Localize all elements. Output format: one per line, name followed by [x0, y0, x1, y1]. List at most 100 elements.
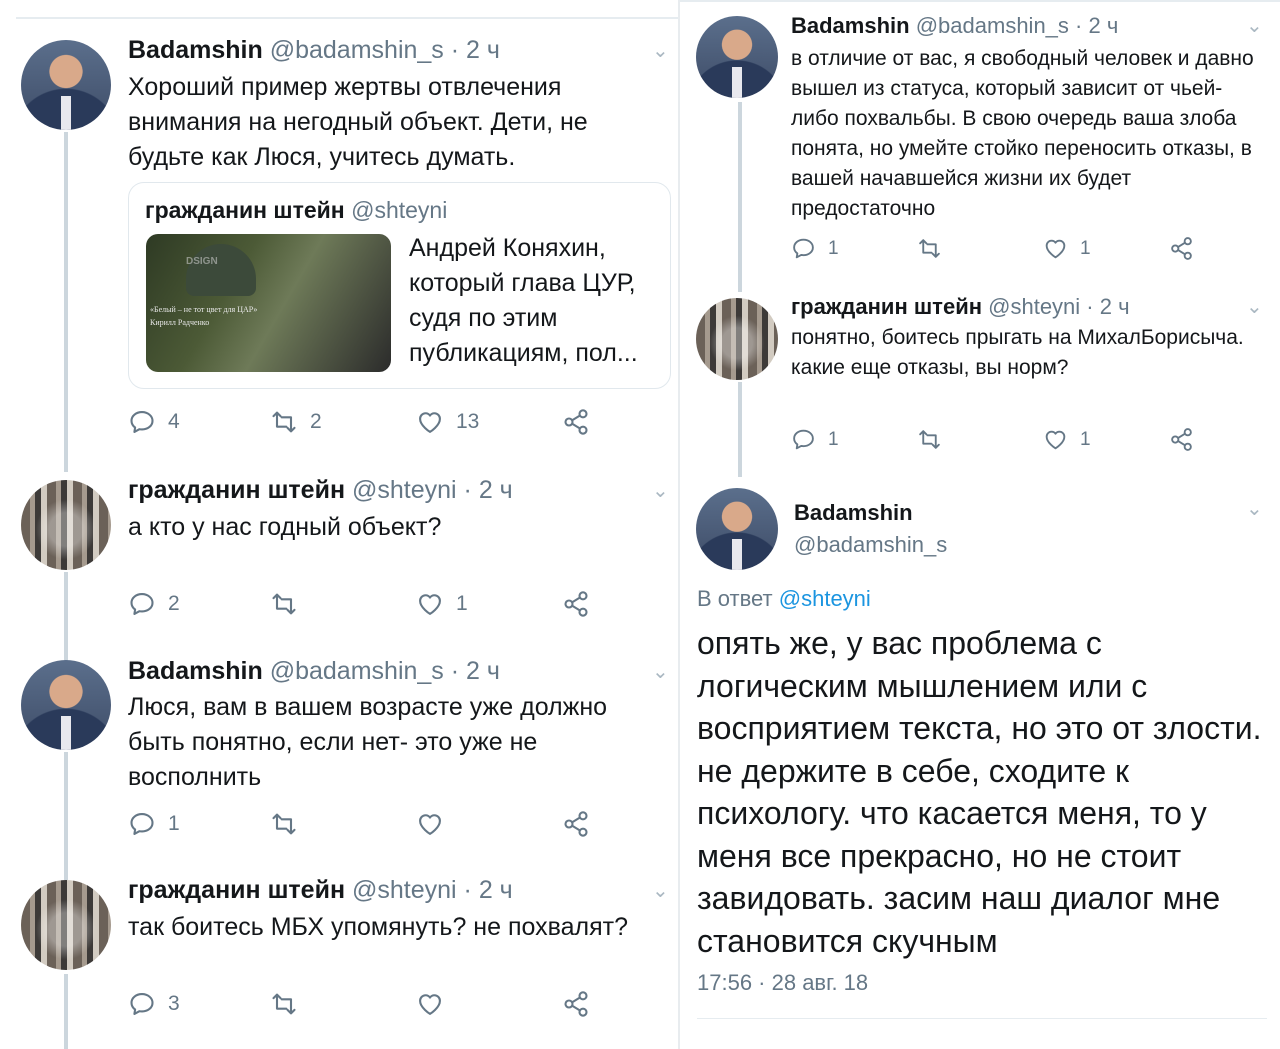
heart-icon	[416, 408, 444, 436]
like-button[interactable]	[416, 810, 444, 838]
thumb-watermark: DSIGN	[186, 256, 218, 267]
author-handle[interactable]: @shteyni	[988, 294, 1080, 319]
reply-button[interactable]: 1	[128, 810, 180, 838]
reply-count: 1	[828, 237, 839, 259]
author-handle[interactable]: @shteyni	[352, 476, 457, 504]
author-name[interactable]: гражданин штейн	[128, 876, 345, 904]
tweet-header: Badamshin @badamshin_s · 2 ч	[791, 13, 1118, 39]
reply-icon	[128, 810, 156, 838]
avatar[interactable]	[21, 880, 111, 970]
tweet[interactable]: гражданин штейн @shteyni · 2 ч ⌄ понятно…	[680, 285, 1280, 465]
tweet-text: так боитесь МБХ упомянуть? не похвалят?	[128, 913, 628, 941]
heart-icon	[1043, 236, 1068, 261]
timestamp[interactable]: · 2 ч	[457, 476, 513, 504]
like-count: 1	[1080, 428, 1091, 450]
reply-icon	[128, 990, 156, 1018]
share-button[interactable]	[1169, 427, 1194, 452]
tweet-text: опять же, у вас проблема с логическим мы…	[697, 625, 1262, 959]
retweet-icon	[270, 408, 298, 436]
like-button[interactable]: 1	[416, 590, 468, 618]
like-button[interactable]: 1	[1043, 427, 1091, 452]
author-handle[interactable]: @shteyni	[352, 876, 457, 904]
tweet-header: Badamshin @badamshin_s · 2 ч	[128, 657, 500, 686]
author-handle[interactable]: @badamshin_s	[270, 36, 444, 64]
reply-button[interactable]: 1	[791, 236, 839, 261]
retweet-icon	[270, 590, 298, 618]
share-button[interactable]	[562, 590, 590, 618]
author-name[interactable]: Badamshin	[128, 657, 263, 685]
tweet[interactable]: Badamshin @badamshin_s · 2 ч ⌄ Хороший п…	[0, 0, 678, 460]
timestamp[interactable]: · 2 ч	[444, 36, 500, 64]
retweet-button[interactable]	[270, 810, 298, 838]
avatar[interactable]	[21, 480, 111, 570]
timestamp[interactable]: · 2 ч	[457, 876, 513, 904]
tweet-actions: 1 1	[791, 427, 1261, 455]
share-icon	[562, 590, 590, 618]
chevron-down-icon[interactable]: ⌄	[1246, 294, 1263, 319]
quoted-tweet[interactable]: гражданин штейн @shteyni DSIGN «Белый – …	[128, 182, 671, 389]
timestamp[interactable]: · 2 ч	[1069, 13, 1118, 38]
reply-handle-link[interactable]: @shteyni	[779, 586, 871, 611]
right-column: Badamshin @badamshin_s · 2 ч ⌄ в отличие…	[680, 0, 1280, 1049]
like-count: 1	[1080, 237, 1091, 259]
tweet[interactable]: Badamshin @badamshin_s · 2 ч ⌄ Люся, вам…	[0, 640, 678, 862]
like-count: 1	[456, 592, 468, 615]
retweet-button[interactable]: 2	[270, 408, 322, 436]
reply-button[interactable]: 2	[128, 590, 180, 618]
like-button[interactable]	[416, 990, 444, 1018]
avatar[interactable]	[21, 660, 111, 750]
author-name[interactable]: Badamshin	[794, 500, 913, 526]
retweet-icon	[917, 427, 942, 452]
quote-header: гражданин штейн @shteyni	[145, 197, 447, 224]
share-icon	[562, 810, 590, 838]
author-name[interactable]: Badamshin	[791, 13, 910, 38]
timestamp[interactable]: · 2 ч	[444, 657, 500, 685]
like-button[interactable]: 13	[416, 408, 479, 436]
avatar[interactable]	[21, 40, 111, 130]
retweet-button[interactable]	[270, 590, 298, 618]
like-button[interactable]: 1	[1043, 236, 1091, 261]
avatar[interactable]	[696, 16, 778, 98]
retweet-button[interactable]	[270, 990, 298, 1018]
chevron-down-icon[interactable]: ⌄	[1246, 496, 1263, 521]
avatar[interactable]	[696, 298, 778, 380]
heart-icon	[416, 810, 444, 838]
retweet-icon	[917, 236, 942, 261]
timestamp[interactable]: 17:56 · 28 авг. 18	[697, 970, 868, 996]
quote-author-handle: @shteyni	[351, 197, 448, 223]
chevron-down-icon[interactable]: ⌄	[652, 38, 669, 63]
share-button[interactable]	[562, 810, 590, 838]
timestamp[interactable]: · 2 ч	[1080, 294, 1129, 319]
focused-tweet[interactable]: Badamshin @badamshin_s ⌄ В ответ @shteyn…	[680, 478, 1280, 1049]
share-icon	[562, 408, 590, 436]
share-button[interactable]	[562, 408, 590, 436]
tweet[interactable]: Badamshin @badamshin_s · 2 ч ⌄ в отличие…	[680, 0, 1280, 285]
tweet-actions: 2 1	[128, 590, 628, 622]
reply-context: В ответ @shteyni	[697, 586, 871, 612]
retweet-button[interactable]	[917, 427, 942, 452]
reply-prefix: В ответ	[697, 586, 773, 611]
tweet-text: Хороший пример жертвы отвлечения внимани…	[128, 73, 588, 171]
author-handle[interactable]: @badamshin_s	[916, 13, 1069, 38]
tweet-text: а кто у нас годный объект?	[128, 513, 442, 541]
retweet-button[interactable]	[917, 236, 942, 261]
tweet[interactable]: гражданин штейн @shteyni · 2 ч ⌄ так бои…	[0, 862, 678, 1049]
left-column: Badamshin @badamshin_s · 2 ч ⌄ Хороший п…	[0, 0, 678, 1049]
chevron-down-icon[interactable]: ⌄	[1246, 13, 1263, 38]
avatar[interactable]	[696, 488, 778, 570]
reply-button[interactable]: 4	[128, 408, 180, 436]
reply-button[interactable]: 1	[791, 427, 839, 452]
author-name[interactable]: гражданин штейн	[791, 294, 982, 319]
share-button[interactable]	[1169, 236, 1194, 261]
chevron-down-icon[interactable]: ⌄	[652, 878, 669, 903]
chevron-down-icon[interactable]: ⌄	[652, 659, 669, 684]
author-name[interactable]: гражданин штейн	[128, 476, 345, 504]
reply-button[interactable]: 3	[128, 990, 180, 1018]
author-name[interactable]: Badamshin	[128, 36, 263, 64]
retweet-icon	[270, 990, 298, 1018]
author-handle[interactable]: @badamshin_s	[794, 532, 947, 558]
tweet[interactable]: гражданин штейн @shteyni · 2 ч ⌄ а кто у…	[0, 460, 678, 640]
share-button[interactable]	[562, 990, 590, 1018]
chevron-down-icon[interactable]: ⌄	[652, 478, 669, 503]
author-handle[interactable]: @badamshin_s	[270, 657, 444, 685]
